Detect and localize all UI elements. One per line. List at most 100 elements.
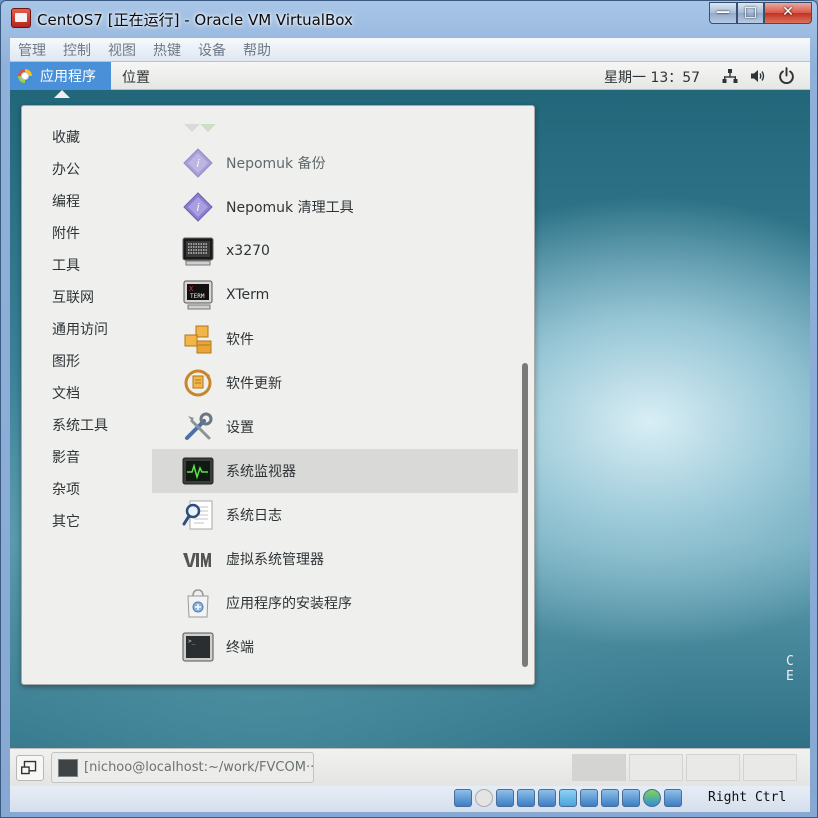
optical-drive-icon[interactable] [475, 789, 493, 807]
nepomuk-icon: i [183, 192, 213, 222]
guest-display[interactable]: C E 应用程序 位置 星期一 13：57 收藏 办公 编程 附件 工具 互联网… [10, 62, 810, 748]
menu-manage[interactable]: 管理 [18, 40, 46, 60]
app-label: 系统监视器 [226, 464, 296, 480]
app-terminal[interactable]: >_ 终端 [152, 625, 518, 669]
desktop-watermark: C E [786, 654, 798, 684]
svg-text:i: i [196, 201, 199, 214]
partial-app-icon [184, 124, 216, 132]
category-utilities[interactable]: 工具 [52, 254, 162, 286]
app-label: 应用程序的安装程序 [226, 596, 352, 612]
places-menu-button[interactable]: 位置 [122, 67, 150, 87]
virtualbox-window: CentOS7 [正在运行] - Oracle VM VirtualBox — … [0, 0, 818, 818]
display-icon[interactable] [580, 789, 598, 807]
app-settings[interactable]: 设置 [152, 405, 518, 449]
gnome-top-panel: 应用程序 位置 星期一 13：57 [10, 62, 810, 90]
guest-additions-icon[interactable] [643, 789, 661, 807]
close-button[interactable]: ✕ [764, 2, 812, 24]
volume-icon[interactable] [750, 68, 766, 84]
network-icon[interactable] [722, 68, 738, 84]
app-label: 软件 [226, 332, 254, 348]
category-list: 收藏 办公 编程 附件 工具 互联网 通用访问 图形 文档 系统工具 影音 杂项… [52, 126, 162, 542]
app-nepomuk-backup[interactable]: i Nepomuk 备份 [152, 141, 518, 185]
category-sound-video[interactable]: 影音 [52, 446, 162, 478]
workspace-4[interactable] [743, 754, 797, 781]
virt-manager-icon [183, 553, 211, 567]
minimize-icon: — [716, 4, 730, 20]
app-installer-icon [187, 589, 209, 618]
app-x3270[interactable]: x3270 [152, 229, 518, 273]
app-system-monitor[interactable]: 系统监视器 [152, 449, 518, 493]
close-icon: ✕ [782, 4, 794, 20]
menu-control[interactable]: 控制 [63, 40, 91, 60]
category-system-tools[interactable]: 系统工具 [52, 414, 162, 446]
gnome-foot-icon [18, 69, 32, 83]
category-favorites[interactable]: 收藏 [52, 126, 162, 158]
x3270-terminal-icon [182, 237, 214, 266]
mouse-integration-icon[interactable] [664, 789, 682, 807]
maximize-button[interactable]: □ [737, 2, 764, 24]
app-virt-manager[interactable]: 虚拟系统管理器 [152, 537, 518, 581]
app-software-update[interactable]: 软件更新 [152, 361, 518, 405]
software-update-icon [184, 369, 212, 397]
maximize-icon: □ [743, 4, 758, 20]
app-list[interactable]: i Nepomuk 备份 i Nepomuk 清理工具 x3270 X TERM… [152, 106, 518, 684]
category-universal-access[interactable]: 通用访问 [52, 318, 162, 350]
workspace-3[interactable] [686, 754, 740, 781]
terminal-icon [58, 758, 78, 777]
minimize-button[interactable]: — [709, 2, 737, 24]
app-label: 虚拟系统管理器 [226, 552, 324, 568]
taskbar-window-button[interactable]: [nichoo@localhost:~/work/FVCOM··· [51, 752, 314, 783]
category-sundry[interactable]: 杂项 [52, 478, 162, 510]
power-icon[interactable] [778, 67, 795, 84]
audio-icon[interactable] [496, 789, 514, 807]
xterm-icon: X TERM [183, 280, 213, 310]
software-packages-icon [184, 325, 212, 354]
svg-text:TERM: TERM [190, 293, 205, 300]
taskbar-window-label: [nichoo@localhost:~/work/FVCOM··· [84, 760, 313, 775]
workspace-2[interactable] [629, 754, 683, 781]
video-capture-icon[interactable] [601, 789, 619, 807]
show-desktop-button[interactable] [16, 755, 44, 781]
category-other[interactable]: 其它 [52, 510, 162, 542]
usb-icon[interactable] [538, 789, 556, 807]
settings-tools-icon [185, 412, 213, 440]
app-list-scrollbar[interactable] [522, 363, 528, 667]
menu-help[interactable]: 帮助 [243, 40, 271, 60]
app-label: 系统日志 [226, 508, 282, 524]
app-system-log[interactable]: 系统日志 [152, 493, 518, 537]
network-adapter-icon[interactable] [517, 789, 535, 807]
app-nepomuk-cleaner[interactable]: i Nepomuk 清理工具 [152, 185, 518, 229]
app-label: Nepomuk 备份 [226, 156, 326, 172]
menu-pointer-arrow [54, 90, 70, 98]
window-titlebar[interactable]: CentOS7 [正在运行] - Oracle VM VirtualBox — … [1, 1, 818, 35]
app-label: 终端 [226, 640, 254, 656]
category-internet[interactable]: 互联网 [52, 286, 162, 318]
app-software[interactable]: 软件 [152, 317, 518, 361]
device-indicators [454, 789, 685, 807]
category-documents[interactable]: 文档 [52, 382, 162, 414]
menu-devices[interactable]: 设备 [198, 40, 226, 60]
vbox-statusbar: Right Ctrl [10, 786, 810, 812]
nepomuk-icon: i [183, 148, 213, 178]
category-programming[interactable]: 编程 [52, 190, 162, 222]
hard-disk-icon[interactable] [454, 789, 472, 807]
applications-menu: 收藏 办公 编程 附件 工具 互联网 通用访问 图形 文档 系统工具 影音 杂项… [21, 105, 535, 685]
workspace-1[interactable] [572, 754, 626, 781]
svg-text:>_: >_ [188, 638, 196, 645]
virtualization-icon[interactable] [622, 789, 640, 807]
system-monitor-icon [182, 457, 214, 485]
menu-view[interactable]: 视图 [108, 40, 136, 60]
menu-hotkeys[interactable]: 热键 [153, 40, 181, 60]
applications-menu-button[interactable]: 应用程序 [10, 62, 111, 90]
app-label: Nepomuk 清理工具 [226, 200, 354, 216]
shared-folders-icon[interactable] [559, 789, 577, 807]
category-office[interactable]: 办公 [52, 158, 162, 190]
gnome-bottom-panel: [nichoo@localhost:~/work/FVCOM··· [10, 748, 810, 786]
applications-label: 应用程序 [40, 69, 96, 85]
app-xterm[interactable]: X TERM XTerm [152, 273, 518, 317]
category-graphics[interactable]: 图形 [52, 350, 162, 382]
category-accessories[interactable]: 附件 [52, 222, 162, 254]
clock[interactable]: 星期一 13：57 [604, 67, 700, 87]
terminal-icon: >_ [182, 632, 214, 662]
app-installer[interactable]: 应用程序的安装程序 [152, 581, 518, 625]
